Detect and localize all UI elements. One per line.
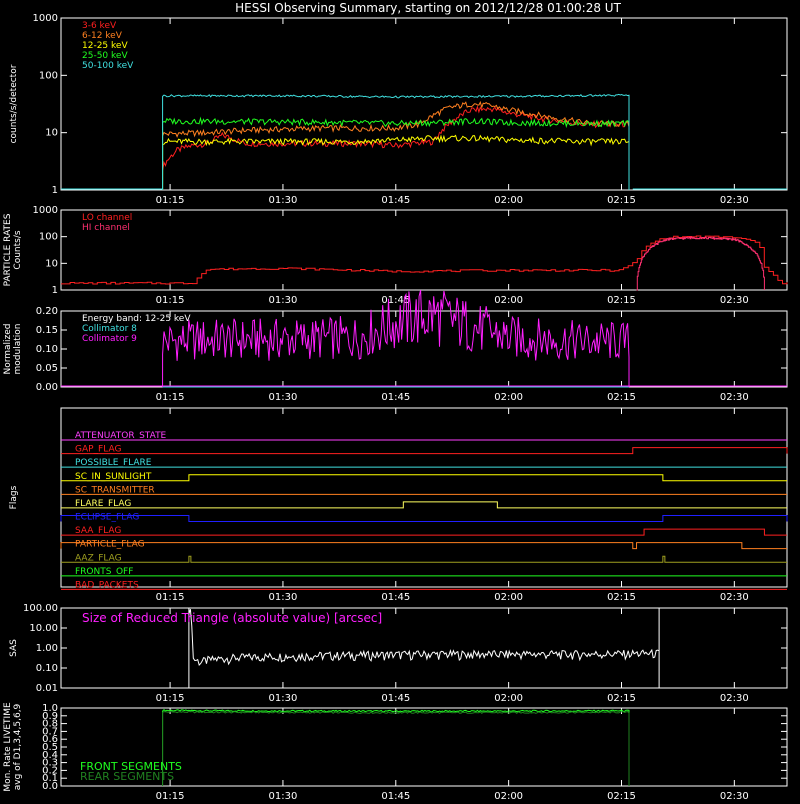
flags-ylabel: Flags (9, 485, 19, 509)
livetime-xtick-label: 02:15 (607, 791, 636, 800)
count-rates-xtick-label: 02:00 (494, 195, 523, 206)
flags-xtick-label: 01:15 (156, 592, 185, 603)
flag-trace-flare-flag (61, 501, 787, 509)
sas-ytick-label: 0.01 (36, 683, 58, 694)
flag-label-eclipse-flag: ECLIPSE_FLAG (75, 513, 139, 523)
livetime-axes: 01:15 01:30 01:45 02:00 02:15 02:300.00.10.20… (3, 702, 788, 802)
particle-rates-ytick-label: 10 (45, 258, 58, 269)
modulation-legend-entry: Collimator 9 (82, 334, 137, 344)
particle-rates-ytick-label: 1 (52, 285, 58, 296)
particle-rates-xtick-label: 01:30 (269, 295, 298, 306)
count-rates-legend-entry: 3-6 keV (82, 21, 117, 31)
sas-xtick-label: 02:15 (607, 693, 636, 704)
count-rates-legend-entry: 6-12 keV (82, 31, 123, 41)
particle-rates-series-lo-channel (60, 235, 788, 285)
particle-rates-series-hi-channel (636, 236, 765, 291)
modulation-ytick-label: 0.05 (36, 363, 58, 374)
modulation-ytick-label: 0.20 (36, 306, 58, 317)
count-rates-series-25-50-kev (162, 116, 630, 191)
hessi-summary-figure: HESSI Observing Summary, starting on 201… (0, 0, 800, 802)
modulation-xtick-label: 02:15 (607, 392, 636, 403)
modulation-ylabel: Normalized (3, 323, 13, 374)
particle-rates-ylabel: PARTICLE RATES (3, 213, 13, 286)
count-rates-xtick-label: 01:30 (269, 195, 298, 206)
modulation-ytick-label: 0.00 (36, 382, 58, 393)
sas-annotation: Size of Reduced Triangle (absolute value… (82, 611, 382, 625)
particle-rates-ylabel: Counts/s (13, 230, 23, 269)
sas-xtick-label: 02:30 (720, 693, 749, 704)
flag-trace-aaz-flag (61, 555, 787, 563)
particle-rates-xtick-label: 02:30 (720, 295, 749, 306)
particle-rates-xtick-label: 02:00 (494, 295, 523, 306)
flags-xtick-label: 02:30 (720, 592, 749, 603)
sas-ytick-label: 0.10 (36, 663, 58, 674)
count-rates-ytick-label: 1 (52, 185, 58, 196)
sas-xtick-label: 01:15 (156, 693, 185, 704)
count-rates-legend-entry: 12-25 keV (82, 41, 128, 51)
particle-rates-ytick-label: 1000 (33, 205, 58, 216)
modulation-ylabel: modulation (13, 324, 23, 375)
livetime-legend-entry: REAR SEGMENTS (80, 770, 174, 783)
particle-rates-legend-entry: HI channel (82, 223, 130, 233)
count-rates-ytick-label: 100 (39, 70, 58, 81)
particle-rates-xtick-label: 01:15 (156, 295, 185, 306)
count-rates-xtick-label: 01:45 (381, 195, 410, 206)
sas-xtick-label: 01:45 (381, 693, 410, 704)
modulation-xtick-label: 01:45 (381, 392, 410, 403)
modulation-ytick-label: 0.10 (36, 344, 58, 355)
count-rates-series-6-12-kev (162, 100, 630, 191)
hessi-summary-svg: HESSI Observing Summary, starting on 201… (3, 1, 788, 802)
livetime-xtick-label: 01:15 (156, 791, 185, 800)
sas-ytick-label: 10.00 (29, 623, 58, 634)
flag-trace-gap-flag (61, 447, 788, 455)
sas-xtick-label: 01:30 (269, 693, 298, 704)
flag-trace-sc-in-sunlight (61, 474, 787, 482)
count-rates-ylabel: counts/s/detector (9, 64, 19, 143)
count-rates-ytick-label: 1000 (33, 13, 58, 24)
count-rates-series-3-6-kev (162, 105, 630, 191)
livetime-ylabel: Mon. Rate LIVETIME (3, 702, 13, 792)
flags-xtick-label: 01:30 (269, 592, 298, 603)
flag-label-particle-flag: PARTICLE_FLAG (75, 540, 145, 550)
modulation-xtick-label: 01:30 (269, 392, 298, 403)
modulation-xtick-label: 01:15 (156, 392, 185, 403)
livetime-xtick-label: 02:00 (494, 791, 523, 800)
sas-ytick-label: 1.00 (36, 643, 58, 654)
sas-ylabel: SAS (9, 639, 19, 657)
particle-rates-xtick-label: 02:15 (607, 295, 636, 306)
livetime-xtick-label: 01:30 (269, 791, 298, 800)
flag-trace-eclipse-flag (60, 515, 788, 522)
livetime-xtick-label: 02:30 (720, 791, 749, 800)
modulation-xtick-label: 02:00 (494, 392, 523, 403)
modulation-annotation: Energy band: 12-25 keV (82, 314, 191, 324)
sas-ytick-label: 100.00 (23, 603, 58, 614)
livetime-series-rear-segments (162, 710, 630, 787)
count-rates-legend-entry: 25-50 keV (82, 51, 128, 61)
count-rates-series-50-100-kev (162, 93, 630, 191)
livetime-ylabel: avg of D1,3,4,5,6,9 (13, 703, 23, 790)
modulation-legend-entry: Collimator 8 (82, 324, 137, 334)
livetime-xtick-label: 01:45 (381, 791, 410, 800)
count-rates-legend-entry: 50-100 keV (82, 61, 134, 71)
count-rates-xtick-label: 02:15 (607, 195, 636, 206)
count-rates-xtick-label: 01:15 (156, 195, 185, 206)
flags-xtick-label: 01:45 (381, 592, 410, 603)
count-rates-frame (60, 17, 788, 191)
flag-trace-saa-flag (61, 528, 787, 536)
livetime-series-front-segments (162, 709, 630, 787)
figure-title: HESSI Observing Summary, starting on 201… (235, 1, 621, 15)
particle-rates-legend-entry: LO channel (82, 213, 132, 223)
modulation-xtick-label: 02:30 (720, 392, 749, 403)
flags-xtick-label: 02:00 (494, 592, 523, 603)
count-rates-xtick-label: 02:30 (720, 195, 749, 206)
sas-xtick-label: 02:00 (494, 693, 523, 704)
flags-xtick-label: 02:15 (607, 592, 636, 603)
particle-rates-ytick-label: 100 (39, 232, 58, 243)
flags-frame (60, 407, 788, 588)
livetime-ytick-label: 1.0 (42, 703, 58, 714)
count-rates-ytick-label: 10 (45, 128, 58, 139)
flag-trace-particle-flag (60, 542, 787, 550)
particle-rates-frame (60, 209, 788, 291)
modulation-ytick-label: 0.15 (36, 325, 58, 336)
